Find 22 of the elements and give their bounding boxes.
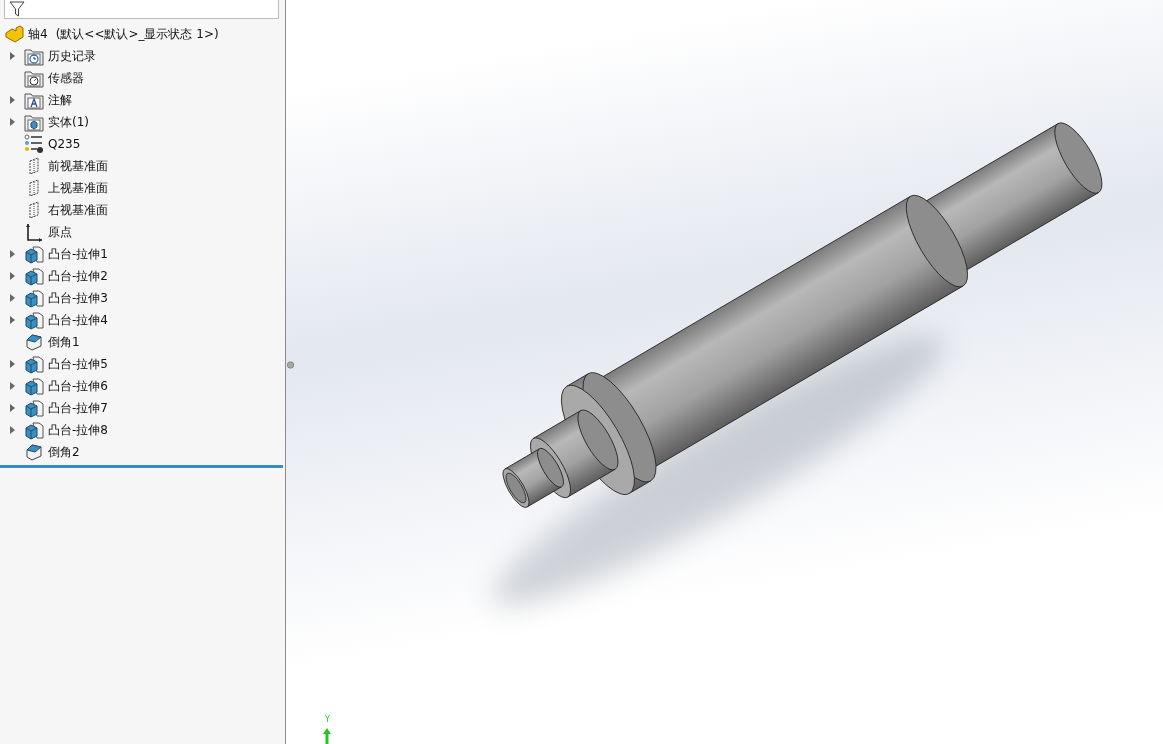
tree-item[interactable]: 注解: [48, 92, 72, 108]
tree-item[interactable]: 传感器: [48, 70, 84, 86]
part-name[interactable]: 轴4: [28, 26, 48, 42]
tree-item[interactable]: Q235: [48, 136, 81, 152]
tree-item[interactable]: 原点: [48, 224, 72, 240]
tree-item[interactable]: 右视基准面: [48, 202, 108, 218]
tree-item[interactable]: 凸台-拉伸5: [48, 356, 108, 372]
tree-item[interactable]: 凸台-拉伸7: [48, 400, 108, 416]
configuration-label: (默认<<默认>_显示状态 1>): [55, 26, 219, 42]
tree-item[interactable]: 前视基准面: [48, 158, 108, 174]
tree-item[interactable]: 凸台-拉伸3: [48, 290, 108, 306]
tree-item[interactable]: 历史记录: [48, 48, 96, 64]
axis-label: Y: [325, 715, 330, 724]
tree-item[interactable]: 上视基准面: [48, 180, 108, 196]
tree-item[interactable]: 凸台-拉伸4: [48, 312, 108, 328]
tree-item[interactable]: 凸台-拉伸2: [48, 268, 108, 284]
tree-item[interactable]: 倒角1: [48, 334, 80, 350]
tree-item[interactable]: 凸台-拉伸6: [48, 378, 108, 394]
tree-item[interactable]: 倒角2: [48, 444, 80, 460]
tree-item[interactable]: 实体(1): [48, 114, 89, 130]
tree-item[interactable]: 凸台-拉伸8: [48, 422, 108, 438]
tree-item[interactable]: 凸台-拉伸1: [48, 246, 108, 262]
